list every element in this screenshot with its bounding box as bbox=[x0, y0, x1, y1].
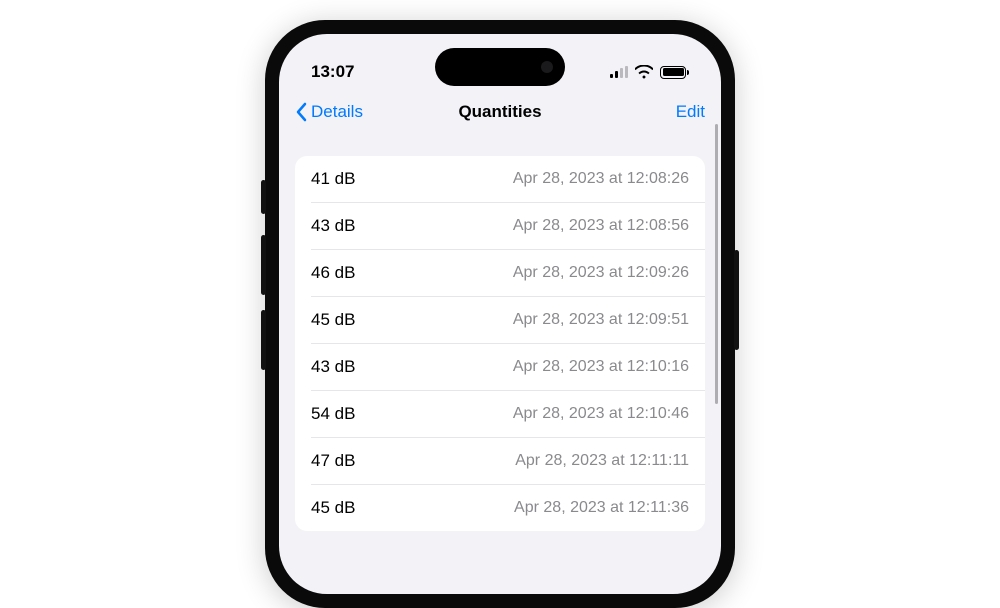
back-label: Details bbox=[311, 102, 363, 122]
timestamp: Apr 28, 2023 at 12:09:26 bbox=[513, 264, 689, 282]
timestamp: Apr 28, 2023 at 12:10:16 bbox=[513, 358, 689, 376]
quantities-list[interactable]: 41 dB Apr 28, 2023 at 12:08:26 43 dB Apr 28… bbox=[295, 156, 705, 531]
decibel-value: 45 dB bbox=[311, 498, 355, 518]
cellular-signal-icon bbox=[610, 66, 628, 78]
dynamic-island bbox=[435, 48, 565, 86]
nav-bar: Details Quantities Edit bbox=[279, 90, 721, 136]
mute-switch bbox=[261, 180, 266, 214]
timestamp: Apr 28, 2023 at 12:10:46 bbox=[513, 405, 689, 423]
battery-icon bbox=[660, 66, 689, 79]
list-item[interactable]: 41 dB Apr 28, 2023 at 12:08:26 bbox=[295, 156, 705, 202]
phone-frame: 13:07 Details Quantities Edit 41 dB Apr 2… bbox=[265, 20, 735, 608]
list-item[interactable]: 45 dB Apr 28, 2023 at 12:09:51 bbox=[311, 296, 705, 343]
decibel-value: 46 dB bbox=[311, 263, 355, 283]
list-item[interactable]: 47 dB Apr 28, 2023 at 12:11:11 bbox=[311, 437, 705, 484]
status-time: 13:07 bbox=[311, 62, 354, 82]
volume-down-button bbox=[261, 310, 266, 370]
edit-button[interactable]: Edit bbox=[676, 102, 705, 122]
screen: 13:07 Details Quantities Edit 41 dB Apr 2… bbox=[279, 34, 721, 594]
scroll-indicator[interactable] bbox=[715, 124, 718, 404]
decibel-value: 47 dB bbox=[311, 451, 355, 471]
decibel-value: 43 dB bbox=[311, 216, 355, 236]
timestamp: Apr 28, 2023 at 12:08:56 bbox=[513, 217, 689, 235]
list-item[interactable]: 45 dB Apr 28, 2023 at 12:11:36 bbox=[311, 484, 705, 531]
list-item[interactable]: 43 dB Apr 28, 2023 at 12:10:16 bbox=[311, 343, 705, 390]
list-item[interactable]: 54 dB Apr 28, 2023 at 12:10:46 bbox=[311, 390, 705, 437]
decibel-value: 41 dB bbox=[311, 169, 355, 189]
timestamp: Apr 28, 2023 at 12:11:36 bbox=[514, 499, 689, 517]
chevron-left-icon bbox=[295, 102, 307, 122]
decibel-value: 43 dB bbox=[311, 357, 355, 377]
timestamp: Apr 28, 2023 at 12:09:51 bbox=[513, 311, 689, 329]
page-title: Quantities bbox=[458, 102, 541, 122]
power-button bbox=[734, 250, 739, 350]
wifi-icon bbox=[635, 65, 653, 79]
decibel-value: 54 dB bbox=[311, 404, 355, 424]
timestamp: Apr 28, 2023 at 12:08:26 bbox=[513, 170, 689, 188]
timestamp: Apr 28, 2023 at 12:11:11 bbox=[515, 452, 689, 470]
back-button[interactable]: Details bbox=[295, 102, 363, 122]
list-item[interactable]: 46 dB Apr 28, 2023 at 12:09:26 bbox=[311, 249, 705, 296]
volume-up-button bbox=[261, 235, 266, 295]
decibel-value: 45 dB bbox=[311, 310, 355, 330]
list-item[interactable]: 43 dB Apr 28, 2023 at 12:08:56 bbox=[311, 202, 705, 249]
status-icons bbox=[610, 65, 689, 79]
